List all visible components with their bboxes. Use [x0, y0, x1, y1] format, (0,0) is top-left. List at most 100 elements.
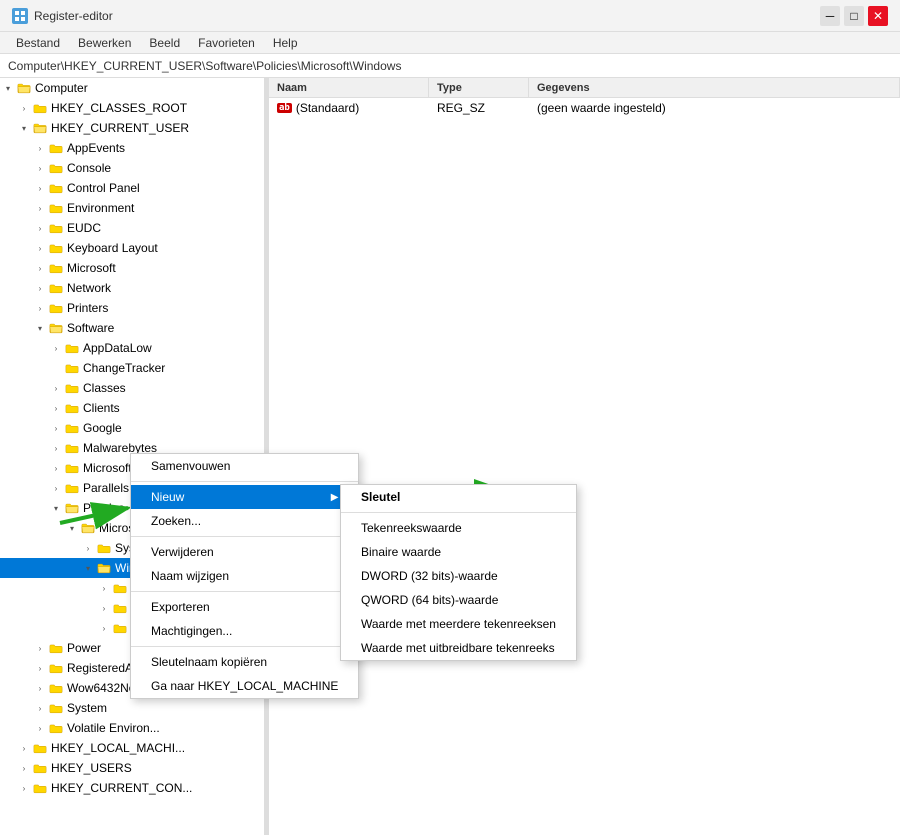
- expand-btn[interactable]: ›: [32, 640, 48, 656]
- ctx-item[interactable]: Nieuw▶: [131, 485, 358, 509]
- tree-item[interactable]: › Microsoft: [0, 258, 264, 278]
- expand-btn[interactable]: ›: [32, 660, 48, 676]
- maximize-button[interactable]: □: [844, 6, 864, 26]
- sub-item[interactable]: Waarde met meerdere tekenreeksen: [341, 612, 576, 636]
- menu-bestand[interactable]: Bestand: [8, 34, 68, 52]
- ctx-item[interactable]: Naam wijzigen: [131, 564, 358, 588]
- sub-item[interactable]: Waarde met uitbreidbare tekenreeks: [341, 636, 576, 660]
- folder-icon: [32, 781, 48, 795]
- expand-btn[interactable]: ›: [48, 440, 64, 456]
- tree-item[interactable]: › HKEY_CURRENT_CON...: [0, 778, 264, 798]
- sub-item[interactable]: Tekenreekswaarde: [341, 516, 576, 540]
- expand-btn[interactable]: ›: [32, 220, 48, 236]
- expand-btn[interactable]: ▾: [64, 520, 80, 536]
- tree-label: Software: [67, 321, 114, 335]
- expand-btn[interactable]: ›: [48, 380, 64, 396]
- ctx-item[interactable]: Exporteren: [131, 595, 358, 619]
- folder-icon: [32, 761, 48, 775]
- ctx-item[interactable]: Sleutelnaam kopiëren: [131, 650, 358, 674]
- expand-btn[interactable]: ›: [32, 280, 48, 296]
- ctx-item[interactable]: Ga naar HKEY_LOCAL_MACHINE: [131, 674, 358, 698]
- tree-item[interactable]: › Network: [0, 278, 264, 298]
- expand-btn[interactable]: ›: [32, 260, 48, 276]
- tree-item[interactable]: › HKEY_CLASSES_ROOT: [0, 98, 264, 118]
- menu-beeld[interactable]: Beeld: [141, 34, 188, 52]
- expand-btn[interactable]: ▾: [0, 80, 16, 96]
- context-menu[interactable]: Samenvouwen Nieuw▶Zoeken... VerwijderenNaa…: [130, 453, 359, 699]
- expand-btn[interactable]: ›: [32, 180, 48, 196]
- folder-icon: [48, 181, 64, 195]
- minimize-button[interactable]: ─: [820, 6, 840, 26]
- tree-item[interactable]: › AppDataLow: [0, 338, 264, 358]
- tree-item[interactable]: ▾ Computer: [0, 78, 264, 98]
- expand-btn[interactable]: ›: [80, 540, 96, 556]
- sub-menu[interactable]: Sleutel TekenreekswaardeBinaire waardeDWO…: [340, 484, 577, 661]
- expand-btn[interactable]: ›: [32, 300, 48, 316]
- tree-item[interactable]: › Clients: [0, 398, 264, 418]
- tree-label: AppDataLow: [83, 341, 152, 355]
- ctx-item[interactable]: Verwijderen: [131, 540, 358, 564]
- tree-item[interactable]: › Console: [0, 158, 264, 178]
- tree-item[interactable]: › Google: [0, 418, 264, 438]
- col-naam: Naam: [269, 78, 429, 98]
- expand-btn[interactable]: ›: [32, 720, 48, 736]
- tree-item[interactable]: › Keyboard Layout: [0, 238, 264, 258]
- sub-item[interactable]: Binaire waarde: [341, 540, 576, 564]
- close-button[interactable]: ✕: [868, 6, 888, 26]
- ctx-separator: [131, 481, 358, 482]
- tree-label: Microsoft: [83, 461, 132, 475]
- expand-btn[interactable]: ›: [16, 760, 32, 776]
- expand-btn[interactable]: ›: [48, 400, 64, 416]
- tree-item[interactable]: ChangeTracker: [0, 358, 264, 378]
- tree-item[interactable]: › HKEY_LOCAL_MACHI...: [0, 738, 264, 758]
- tree-item[interactable]: › Control Panel: [0, 178, 264, 198]
- tree-item[interactable]: › Printers: [0, 298, 264, 318]
- expand-btn[interactable]: ›: [32, 200, 48, 216]
- ctx-label: Machtigingen...: [151, 624, 232, 638]
- menu-help[interactable]: Help: [265, 34, 306, 52]
- tree-item[interactable]: ▾ Software: [0, 318, 264, 338]
- sub-separator: [341, 512, 576, 513]
- expand-btn[interactable]: ›: [32, 240, 48, 256]
- ctx-label: Sleutelnaam kopiëren: [151, 655, 267, 669]
- expand-btn[interactable]: ›: [48, 480, 64, 496]
- expand-btn[interactable]: ▾: [48, 500, 64, 516]
- menu-favorieten[interactable]: Favorieten: [190, 34, 263, 52]
- expand-btn[interactable]: ›: [48, 340, 64, 356]
- expand-btn[interactable]: ›: [32, 680, 48, 696]
- ctx-item[interactable]: Samenvouwen: [131, 454, 358, 478]
- sub-item[interactable]: QWORD (64 bits)-waarde: [341, 588, 576, 612]
- tree-item[interactable]: › EUDC: [0, 218, 264, 238]
- tree-item[interactable]: › AppEvents: [0, 138, 264, 158]
- expand-btn[interactable]: ›: [96, 600, 112, 616]
- tree-item[interactable]: › System: [0, 698, 264, 718]
- tree-item[interactable]: ▾ HKEY_CURRENT_USER: [0, 118, 264, 138]
- table-row[interactable]: ab (Standaard) REG_SZ (geen waarde inges…: [269, 98, 900, 118]
- sub-item[interactable]: DWORD (32 bits)-waarde: [341, 564, 576, 588]
- expand-btn[interactable]: ›: [48, 420, 64, 436]
- address-bar: Computer\HKEY_CURRENT_USER\Software\Poli…: [0, 54, 900, 78]
- menu-bewerken[interactable]: Bewerken: [70, 34, 139, 52]
- expand-btn[interactable]: ›: [32, 160, 48, 176]
- expand-btn[interactable]: ›: [32, 700, 48, 716]
- tree-item[interactable]: › Classes: [0, 378, 264, 398]
- expand-btn[interactable]: ›: [16, 780, 32, 796]
- expand-btn[interactable]: ›: [16, 740, 32, 756]
- expand-btn[interactable]: ▾: [16, 120, 32, 136]
- tree-item[interactable]: › HKEY_USERS: [0, 758, 264, 778]
- expand-btn[interactable]: ▾: [80, 560, 96, 576]
- ctx-item[interactable]: Machtigingen...: [131, 619, 358, 643]
- expand-btn[interactable]: ▾: [32, 320, 48, 336]
- expand-btn[interactable]: ›: [32, 140, 48, 156]
- tree-item[interactable]: › Volatile Environ...: [0, 718, 264, 738]
- tree-item[interactable]: › Environment: [0, 198, 264, 218]
- expand-btn[interactable]: ›: [48, 460, 64, 476]
- expand-btn[interactable]: ›: [96, 620, 112, 636]
- folder-icon: [64, 441, 80, 455]
- sub-item[interactable]: Sleutel: [341, 485, 576, 509]
- folder-icon: [48, 261, 64, 275]
- folder-icon: [64, 341, 80, 355]
- ctx-item[interactable]: Zoeken...: [131, 509, 358, 533]
- expand-btn[interactable]: ›: [16, 100, 32, 116]
- expand-btn[interactable]: ›: [96, 580, 112, 596]
